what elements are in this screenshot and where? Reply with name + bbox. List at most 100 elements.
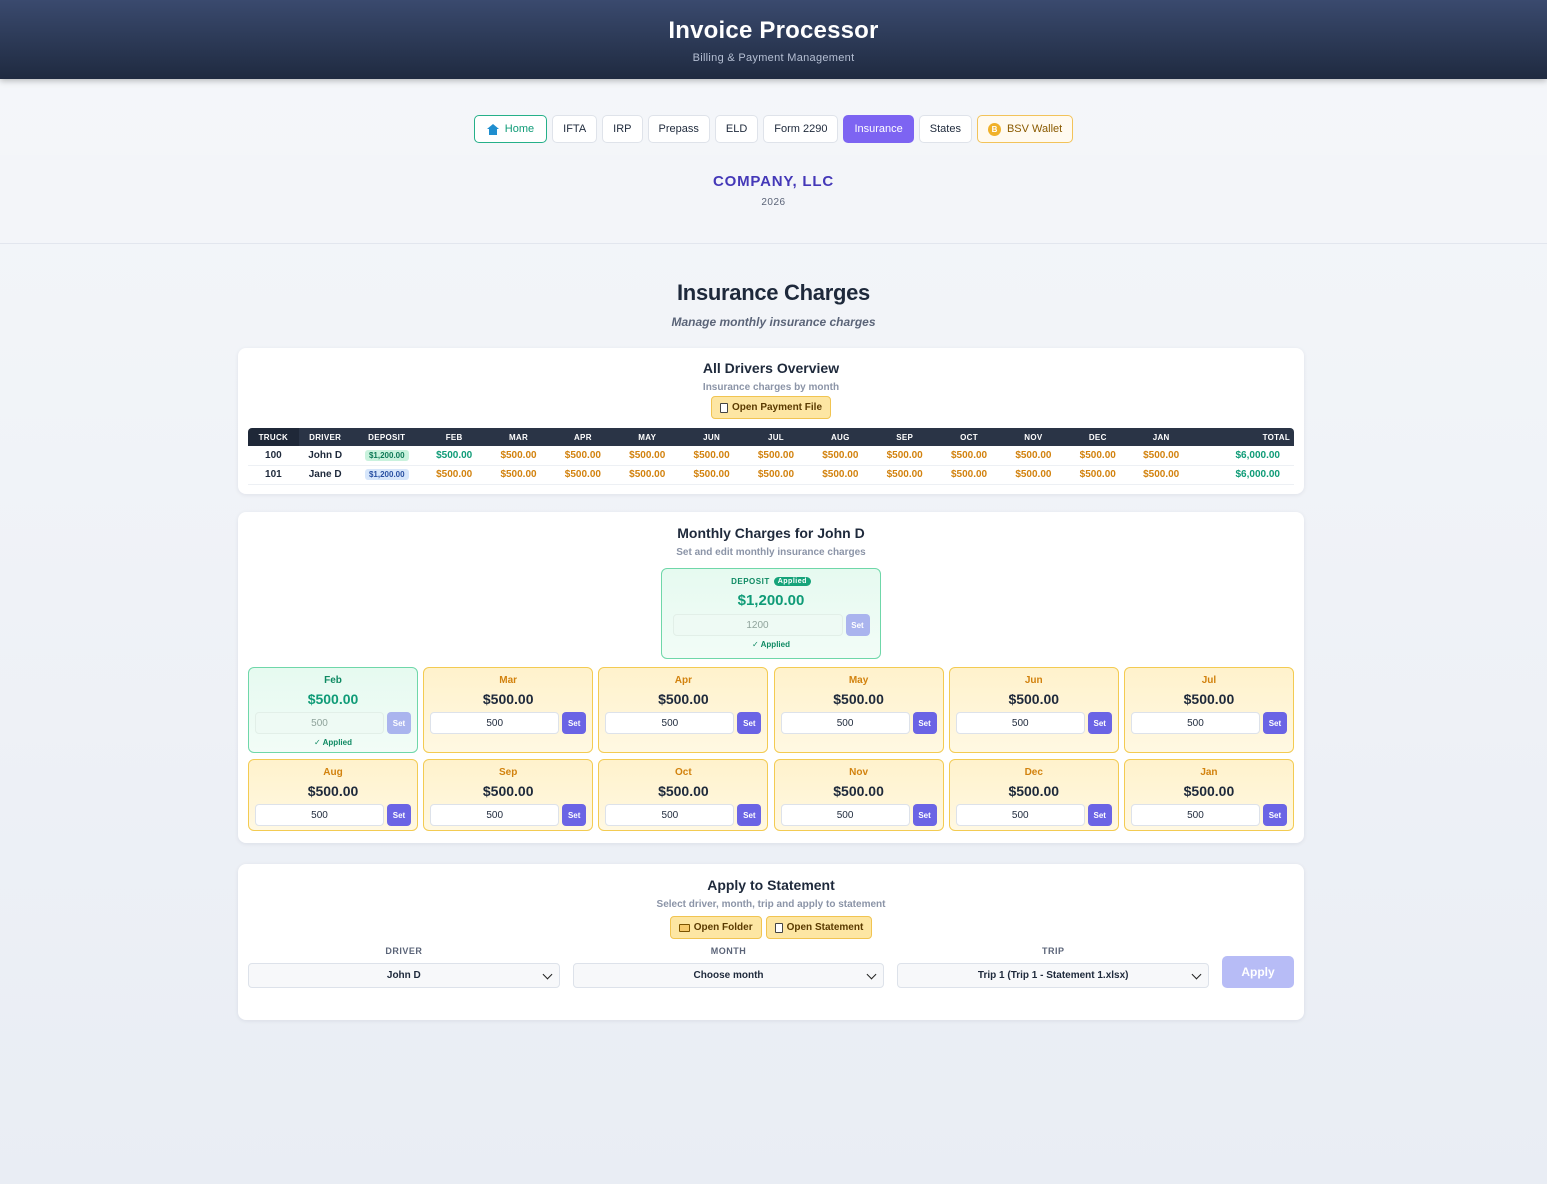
month-input[interactable] — [780, 712, 910, 734]
nav-eld[interactable]: ELD — [714, 115, 759, 143]
month-input[interactable] — [605, 804, 735, 826]
month-card-feb: Feb $500.00 Set ✓ Applied — [248, 667, 418, 753]
month-name: Mar — [499, 675, 518, 686]
column-header: FEB — [421, 428, 487, 446]
app-subtitle: Billing & Payment Management — [692, 52, 855, 64]
trip-select[interactable]: Trip 1 (Trip 1 - Statement 1.xlsx) — [897, 963, 1210, 988]
month-input[interactable] — [955, 804, 1085, 826]
chevron-down-icon — [866, 969, 877, 980]
month-card-sep: Sep $500.00 Set — [423, 759, 594, 831]
app-title: Invoice Processor — [668, 17, 879, 44]
month-grid: Feb $500.00 Set ✓ Applied Mar $500.00 Se… — [248, 667, 1294, 831]
nav-insurance[interactable]: Insurance — [843, 115, 914, 143]
month-name: Aug — [323, 767, 343, 778]
nav-bsv-wallet[interactable]: B BSV Wallet — [976, 115, 1074, 143]
nav-irp[interactable]: IRP — [602, 115, 643, 143]
nav-states[interactable]: States — [918, 115, 972, 143]
page-title: Insurance Charges — [677, 280, 870, 305]
month-cell: $500.00 — [808, 465, 873, 485]
deposit-badge: $1,200.00 — [364, 449, 409, 461]
trip-select-value: Trip 1 (Trip 1 - Statement 1.xlsx) — [977, 970, 1129, 981]
month-name: Feb — [324, 675, 342, 686]
month-set-button[interactable]: Set — [387, 804, 411, 826]
month-input[interactable] — [430, 804, 560, 826]
month-set-button[interactable]: Set — [1087, 712, 1112, 734]
table-row: 100 John D $1,200.00 $500.00 $500.00 $500.00 $… — [248, 446, 1294, 466]
month-input[interactable] — [1130, 712, 1260, 734]
month-name: Nov — [849, 767, 869, 778]
month-input[interactable] — [430, 712, 560, 734]
nav-wallet-label: BSV Wallet — [1006, 123, 1063, 135]
month-amount: $500.00 — [1008, 783, 1060, 799]
monthly-subtitle: Set and edit monthly insurance charges — [676, 547, 866, 558]
nav-prepass[interactable]: Prepass — [647, 115, 710, 143]
month-card-aug: Aug $500.00 Set — [248, 759, 418, 831]
page-subtitle: Manage monthly insurance charges — [671, 315, 876, 329]
nav-home[interactable]: Home — [473, 115, 548, 143]
open-statement-button[interactable]: Open Statement — [765, 916, 873, 939]
deposit-input[interactable] — [672, 614, 843, 636]
month-input[interactable] — [1130, 804, 1260, 826]
driver-select-value: John D — [386, 970, 421, 981]
month-set-button[interactable]: Set — [912, 712, 937, 734]
month-field: MONTH Choose month — [572, 946, 885, 988]
month-input[interactable] — [255, 804, 384, 826]
month-input[interactable] — [605, 712, 735, 734]
month-cell: $500.00 — [1129, 465, 1193, 485]
chevron-down-icon — [542, 969, 553, 980]
company-band: COMPANY, LLC 2026 — [0, 155, 1547, 244]
month-cell: $500.00 — [486, 446, 551, 466]
nav-form-2290[interactable]: Form 2290 — [763, 115, 839, 143]
column-header: DRIVER — [298, 428, 352, 446]
month-card-nov: Nov $500.00 Set — [773, 759, 944, 831]
month-set-button[interactable]: Set — [562, 712, 587, 734]
nav-ifta[interactable]: IFTA — [552, 115, 598, 143]
month-cell: $500.00 — [1129, 446, 1193, 466]
month-input[interactable] — [780, 804, 910, 826]
open-folder-label: Open Folder — [693, 922, 753, 933]
month-set-button[interactable]: Set — [737, 804, 762, 826]
month-cell: $500.00 — [936, 465, 1002, 485]
month-input[interactable] — [255, 712, 384, 734]
overview-header-row: TRUCK DRIVER DEPOSIT FEB MAR APR MAY JUN JUL AUG S… — [248, 428, 1294, 446]
chevron-down-icon — [1191, 969, 1202, 980]
month-select[interactable]: Choose month — [572, 963, 885, 988]
nav-home-label: Home — [504, 123, 535, 135]
month-select-value: Choose month — [693, 970, 764, 981]
month-set-button[interactable]: Set — [1087, 804, 1112, 826]
month-set-button[interactable]: Set — [562, 804, 587, 826]
open-statement-label: Open Statement — [786, 922, 864, 933]
month-name: Dec — [1024, 767, 1043, 778]
open-payment-file-label: Open Payment File — [731, 402, 823, 413]
month-cell: $500.00 — [1001, 446, 1066, 466]
month-set-button[interactable]: Set — [1262, 804, 1287, 826]
month-cell: $500.00 — [1065, 465, 1130, 485]
month-set-button[interactable]: Set — [737, 712, 762, 734]
month-set-button[interactable]: Set — [1262, 712, 1287, 734]
main-nav: Home IFTA IRP Prepass ELD Form 2290 Insu… — [0, 115, 1547, 143]
column-header: OCT — [936, 428, 1002, 446]
open-folder-button[interactable]: Open Folder — [669, 916, 762, 939]
month-name: Jul — [1201, 675, 1217, 686]
month-input[interactable] — [955, 712, 1085, 734]
deposit-box: DEPOSIT Applied $1,200.00 Set ✓ Applied — [661, 568, 881, 659]
month-cell: $500.00 — [936, 446, 1002, 466]
home-icon — [486, 123, 499, 135]
overview-card: All Drivers Overview Insurance charges b… — [238, 348, 1304, 494]
month-name: Jan — [1200, 767, 1218, 778]
month-set-button[interactable]: Set — [912, 804, 937, 826]
apply-button[interactable]: Apply — [1222, 956, 1294, 988]
month-cell: $500.00 — [679, 446, 744, 466]
deposit-set-button[interactable]: Set — [845, 614, 870, 636]
overview-subtitle: Insurance charges by month — [702, 382, 840, 393]
month-card-may: May $500.00 Set — [773, 667, 944, 753]
monthly-charges-card: Monthly Charges for John D Set and edit … — [238, 512, 1304, 843]
driver-select[interactable]: John D — [248, 963, 560, 988]
month-set-button[interactable]: Set — [387, 712, 411, 734]
company-name: COMPANY, LLC — [713, 173, 834, 190]
open-payment-file-button[interactable]: Open Payment File — [710, 396, 832, 419]
trip-label: TRIP — [1041, 946, 1065, 956]
apply-form: DRIVER John D MONTH Choose month TRIP Tr… — [248, 946, 1294, 988]
month-amount: $500.00 — [482, 783, 534, 799]
month-amount: $500.00 — [307, 783, 359, 799]
